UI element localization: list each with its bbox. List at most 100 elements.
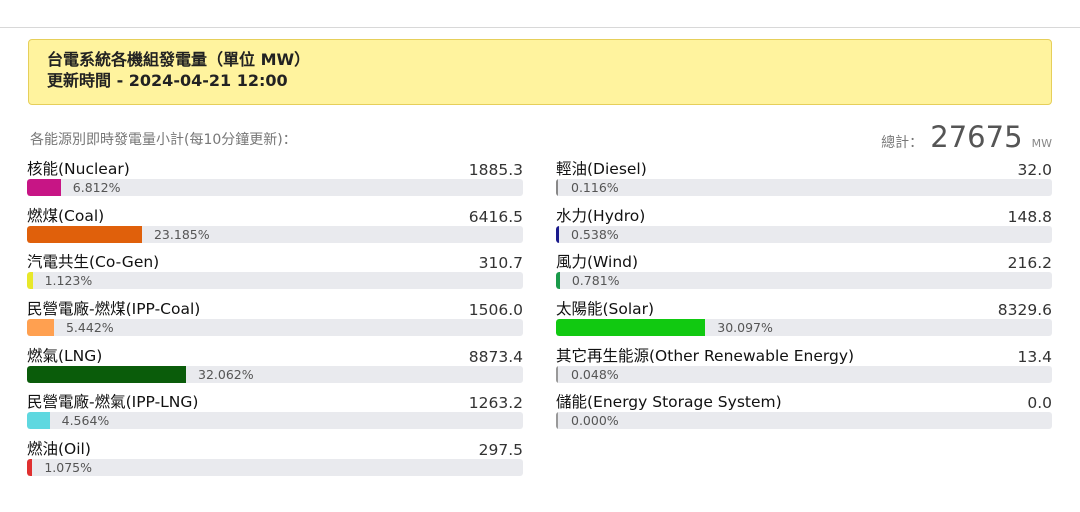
total-label: 總計： (881, 135, 924, 151)
progress-bar-fill (556, 272, 560, 290)
progress-bar-fill (27, 225, 142, 243)
percent-label: 30.097% (717, 320, 773, 336)
energy-item-header: 燃油(Oil) 297.5 (27, 438, 523, 459)
progress-bar-fill (27, 272, 33, 290)
progress-bar-fill (27, 365, 187, 383)
energy-list-right: 輕油(Diesel) 32.0 0.116% 水力(Hydro) 148.8 0.538%… (556, 158, 1052, 438)
energy-item-header: 儲能(Energy Storage System) 0.0 (556, 391, 1052, 412)
percent-label: 0.116% (571, 180, 619, 195)
progress-bar-fill (27, 412, 50, 430)
progress-bar-track: 32.062% (27, 365, 523, 383)
energy-item-header: 民營電廠-燃氣(IPP-LNG) 1263.2 (27, 391, 523, 412)
percent-label: 32.062% (198, 366, 254, 382)
energy-name: 民營電廠-燃煤(IPP-Coal) (27, 300, 201, 319)
energy-item: 民營電廠-燃煤(IPP-Coal) 1506.0 5.442% (27, 298, 523, 345)
energy-value: 8873.4 (468, 347, 523, 366)
energy-name: 燃油(Oil) (27, 440, 91, 459)
progress-bar-fill (27, 459, 33, 477)
energy-value: 6416.5 (468, 207, 523, 226)
progress-bar-track: 23.185% (27, 225, 523, 243)
progress-bar-fill (556, 412, 558, 430)
energy-name: 風力(Wind) (556, 253, 639, 272)
energy-item-header: 燃煤(Coal) 6416.5 (27, 205, 523, 226)
progress-bar-fill (556, 319, 706, 337)
energy-value: 0.0 (1027, 394, 1052, 413)
energy-value: 216.2 (1007, 254, 1052, 273)
energy-value: 13.4 (1017, 347, 1052, 366)
progress-bar-track: 4.564% (27, 412, 523, 430)
percent-label: 6.812% (72, 180, 121, 195)
total-unit: MW (1031, 137, 1052, 150)
section-subtitle: 各能源別即時發電量小計(每10分鐘更新)： (30, 132, 297, 148)
energy-item-header: 水力(Hydro) 148.8 (556, 205, 1052, 226)
energy-item-header: 其它再生能源(Other Renewable Energy) 13.4 (556, 345, 1052, 366)
percent-label: 1.075% (44, 460, 92, 476)
percent-label: 0.000% (571, 413, 619, 429)
progress-bar-track: 0.781% (556, 272, 1052, 290)
energy-item: 風力(Wind) 216.2 0.781% (556, 251, 1052, 298)
progress-bar-fill (27, 319, 54, 337)
energy-item-header: 輕油(Diesel) 32.0 (556, 158, 1052, 179)
progress-bar-track: 0.000% (556, 412, 1052, 430)
energy-value: 297.5 (478, 441, 523, 460)
progress-bar-track: 0.116% (556, 179, 1052, 196)
energy-name: 燃煤(Coal) (27, 206, 105, 225)
energy-value: 148.8 (1007, 207, 1052, 226)
progress-bar-track: 6.812% (27, 179, 523, 196)
energy-item: 燃氣(LNG) 8873.4 32.062% (27, 345, 523, 392)
progress-bar-track: 1.123% (27, 272, 523, 290)
percent-label: 0.781% (571, 273, 620, 289)
progress-bar-fill (27, 179, 61, 196)
energy-name: 水力(Hydro) (556, 206, 646, 225)
total-summary: 總計： 27675 MW (881, 120, 1052, 156)
energy-item: 儲能(Energy Storage System) 0.0 0.000% (556, 391, 1052, 438)
banner-title: 台電系統各機組發電量（單位 MW） (47, 50, 311, 69)
energy-name: 核能(Nuclear) (27, 160, 130, 178)
energy-item-header: 核能(Nuclear) 1885.3 (27, 158, 523, 179)
energy-name: 民營電廠-燃氣(IPP-LNG) (27, 393, 199, 412)
energy-item: 核能(Nuclear) 1885.3 6.812% (27, 158, 523, 205)
energy-item: 其它再生能源(Other Renewable Energy) 13.4 0.048% (556, 345, 1052, 392)
energy-list-left: 核能(Nuclear) 1885.3 6.812% 燃煤(Coal) 6416.5 23.… (27, 158, 523, 485)
energy-value: 1506.0 (468, 301, 523, 320)
energy-item: 輕油(Diesel) 32.0 0.116% (556, 158, 1052, 205)
energy-value: 32.0 (1017, 161, 1052, 179)
energy-item: 水力(Hydro) 148.8 0.538% (556, 205, 1052, 252)
energy-item-header: 太陽能(Solar) 8329.6 (556, 298, 1052, 319)
energy-name: 太陽能(Solar) (556, 300, 655, 319)
progress-bar-track: 0.048% (556, 365, 1052, 383)
energy-name: 汽電共生(Co-Gen) (27, 253, 160, 272)
energy-item: 民營電廠-燃氣(IPP-LNG) 1263.2 4.564% (27, 391, 523, 438)
total-value: 27675 (930, 120, 1023, 154)
percent-label: 0.538% (571, 226, 619, 242)
energy-item: 太陽能(Solar) 8329.6 30.097% (556, 298, 1052, 345)
energy-item-header: 民營電廠-燃煤(IPP-Coal) 1506.0 (27, 298, 523, 319)
progress-bar-track: 30.097% (556, 319, 1052, 337)
energy-item-header: 燃氣(LNG) 8873.4 (27, 345, 523, 366)
energy-name: 儲能(Energy Storage System) (556, 393, 782, 412)
progress-bar-track: 5.442% (27, 319, 523, 337)
energy-value: 8329.6 (997, 301, 1052, 320)
energy-item: 燃煤(Coal) 6416.5 23.185% (27, 205, 523, 252)
energy-item: 燃油(Oil) 297.5 1.075% (27, 438, 523, 485)
progress-bar-fill (556, 225, 559, 243)
percent-label: 0.048% (571, 366, 619, 382)
top-divider (0, 27, 1080, 28)
energy-value: 1885.3 (468, 161, 523, 179)
energy-value: 310.7 (478, 254, 523, 273)
energy-name: 輕油(Diesel) (556, 160, 647, 178)
energy-value: 1263.2 (468, 394, 523, 413)
energy-item-header: 風力(Wind) 216.2 (556, 251, 1052, 272)
progress-bar-track: 0.538% (556, 225, 1052, 243)
percent-label: 23.185% (153, 226, 210, 242)
percent-label: 5.442% (65, 320, 114, 336)
banner-updated-time: 更新時間 - 2024-04-21 12:00 (47, 71, 288, 90)
progress-bar-fill (556, 179, 558, 196)
progress-bar-track: 1.075% (27, 459, 523, 477)
energy-name: 燃氣(LNG) (27, 346, 103, 365)
energy-item-header: 汽電共生(Co-Gen) 310.7 (27, 251, 523, 272)
info-banner: 台電系統各機組發電量（單位 MW） 更新時間 - 2024-04-21 12:0… (28, 39, 1052, 105)
percent-label: 1.123% (44, 273, 93, 289)
energy-name: 其它再生能源(Other Renewable Energy) (556, 346, 855, 365)
energy-item: 汽電共生(Co-Gen) 310.7 1.123% (27, 251, 523, 298)
